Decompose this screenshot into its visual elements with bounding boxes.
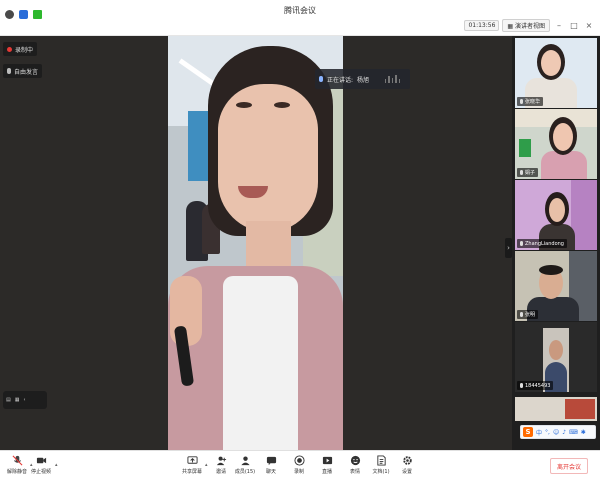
chevron-left-icon[interactable]: ‹	[23, 397, 25, 403]
participant-label: 娟子	[517, 168, 539, 177]
participant-tile[interactable]: 娟子	[515, 109, 597, 179]
maximize-button[interactable]: □	[568, 21, 580, 30]
audio-wave-icon	[384, 75, 400, 83]
reaction-label: 表情	[349, 469, 360, 475]
minimize-button[interactable]: –	[553, 21, 565, 30]
chat-label: 聊天	[265, 469, 276, 475]
keyboard-icon[interactable]: ⌨	[569, 429, 578, 436]
add-user-icon	[216, 456, 226, 466]
participant-name: 张明	[525, 312, 536, 318]
video-eye	[274, 102, 290, 108]
video-button[interactable]: 停止视频	[24, 455, 58, 475]
invite-label: 邀请	[215, 469, 226, 475]
share-label: 共享屏幕	[181, 469, 202, 475]
speaker-video[interactable]	[168, 36, 343, 450]
video-neck	[246, 221, 291, 271]
video-face	[218, 84, 318, 232]
mic-icon	[520, 241, 523, 246]
record-icon	[293, 455, 305, 466]
sogou-logo-icon[interactable]: S	[523, 427, 533, 437]
participant-tile[interactable]: 张明	[515, 251, 597, 321]
docs-label: 文档(1)	[372, 469, 390, 475]
smile-icon[interactable]: ☺	[553, 429, 559, 436]
settings-label: 设置	[401, 469, 412, 475]
participant-name: 张晓华	[525, 99, 541, 105]
ime-mode[interactable]: 中	[536, 428, 542, 437]
participant-label: 张明	[517, 310, 539, 319]
view-mode-label: 演讲者视图	[514, 23, 545, 30]
participant-object	[519, 139, 531, 157]
participant-face	[549, 340, 563, 360]
participant-tile[interactable]	[515, 397, 597, 421]
ime-toolbar[interactable]: S 中 °, ☺ ♪ ⌨ ✱	[520, 425, 596, 439]
title-bar: 腾讯会议 01:13:56 ▦ 演讲者视图 – □ ×	[0, 0, 600, 36]
video-label: 停止视频	[30, 469, 51, 475]
participant-name: ZhangLiandong	[525, 240, 564, 247]
participant-label: 18445493	[517, 381, 554, 390]
participant-tile[interactable]: ZhangLiandong	[515, 180, 597, 250]
layout-icon[interactable]: ▤	[6, 397, 11, 403]
mic-icon	[520, 312, 523, 317]
participant-face	[549, 198, 565, 222]
mic-icon	[520, 99, 523, 104]
participant-name: 娟子	[525, 170, 536, 176]
participant-tile[interactable]: 张晓华	[515, 38, 597, 108]
view-mode-button[interactable]: ▦ 演讲者视图	[502, 19, 550, 32]
members-icon	[240, 456, 250, 466]
members-label: 成员(15)	[234, 469, 256, 475]
meeting-timer: 01:13:56	[464, 20, 500, 31]
video-shirt	[223, 276, 298, 450]
punctuation-icon[interactable]: °,	[545, 429, 550, 436]
speaking-indicator: 正在讲话: 杨旭	[315, 69, 410, 89]
participant-background	[565, 399, 595, 419]
side-controls[interactable]: ▤ ▦ ‹	[3, 391, 47, 409]
window-title: 腾讯会议	[284, 6, 316, 15]
audio-mode-label: 自由发言	[14, 68, 39, 76]
participant-label: 张晓华	[517, 97, 544, 106]
mic-icon	[7, 68, 11, 74]
recording-label: 录制中	[15, 46, 34, 54]
title-bar-right: 01:13:56 ▦ 演讲者视图 – □ ×	[464, 19, 595, 32]
bottom-toolbar: 解除静音 ▴ 停止视频 ▴ 共享屏幕 ▴ 邀请 成员(15) 聊天 录制 直播 …	[0, 450, 600, 480]
video-eye	[236, 102, 252, 108]
mic-icon	[319, 76, 323, 82]
meeting-window: 腾讯会议 01:13:56 ▦ 演讲者视图 – □ × 录制中 自由发言 ▤ ▦…	[0, 0, 600, 480]
participant-tile[interactable]: 18445493	[515, 322, 597, 392]
settings-button[interactable]: 设置	[390, 455, 424, 475]
smile-icon	[350, 455, 360, 466]
participant-body	[541, 151, 587, 179]
participant-name: 18445493	[525, 382, 551, 389]
close-button[interactable]: ×	[583, 21, 595, 30]
grid-icon: ▦	[507, 23, 515, 30]
video-options-caret[interactable]: ▴	[55, 462, 58, 468]
mic-icon	[520, 170, 523, 175]
settings-icon[interactable]: ✱	[581, 429, 586, 436]
record-label: 录制	[293, 469, 304, 475]
participant-hair	[539, 265, 563, 275]
mic-muted-icon	[12, 455, 22, 466]
document-icon	[376, 455, 386, 466]
gear-icon	[402, 456, 412, 465]
live-icon	[322, 456, 332, 465]
panel-toggle-button[interactable]: ›	[505, 238, 512, 258]
camera-icon	[36, 457, 46, 464]
record-dot-icon	[7, 46, 12, 52]
leave-meeting-button[interactable]: 离开会议	[549, 458, 588, 474]
participant-label: ZhangLiandong	[517, 239, 567, 248]
grid-icon[interactable]: ▦	[15, 397, 20, 403]
chat-icon	[266, 456, 276, 466]
speaker-name: 杨旭	[357, 76, 370, 84]
speaking-prefix: 正在讲话:	[327, 76, 354, 84]
mic-icon[interactable]: ♪	[562, 429, 566, 436]
live-label: 直播	[321, 469, 332, 475]
mic-icon	[520, 383, 523, 388]
participant-face	[541, 50, 561, 76]
audio-mode-badge[interactable]: 自由发言	[3, 64, 43, 78]
participant-face	[553, 123, 573, 151]
share-screen-icon	[186, 456, 198, 464]
recording-badge[interactable]: 录制中	[3, 42, 38, 56]
